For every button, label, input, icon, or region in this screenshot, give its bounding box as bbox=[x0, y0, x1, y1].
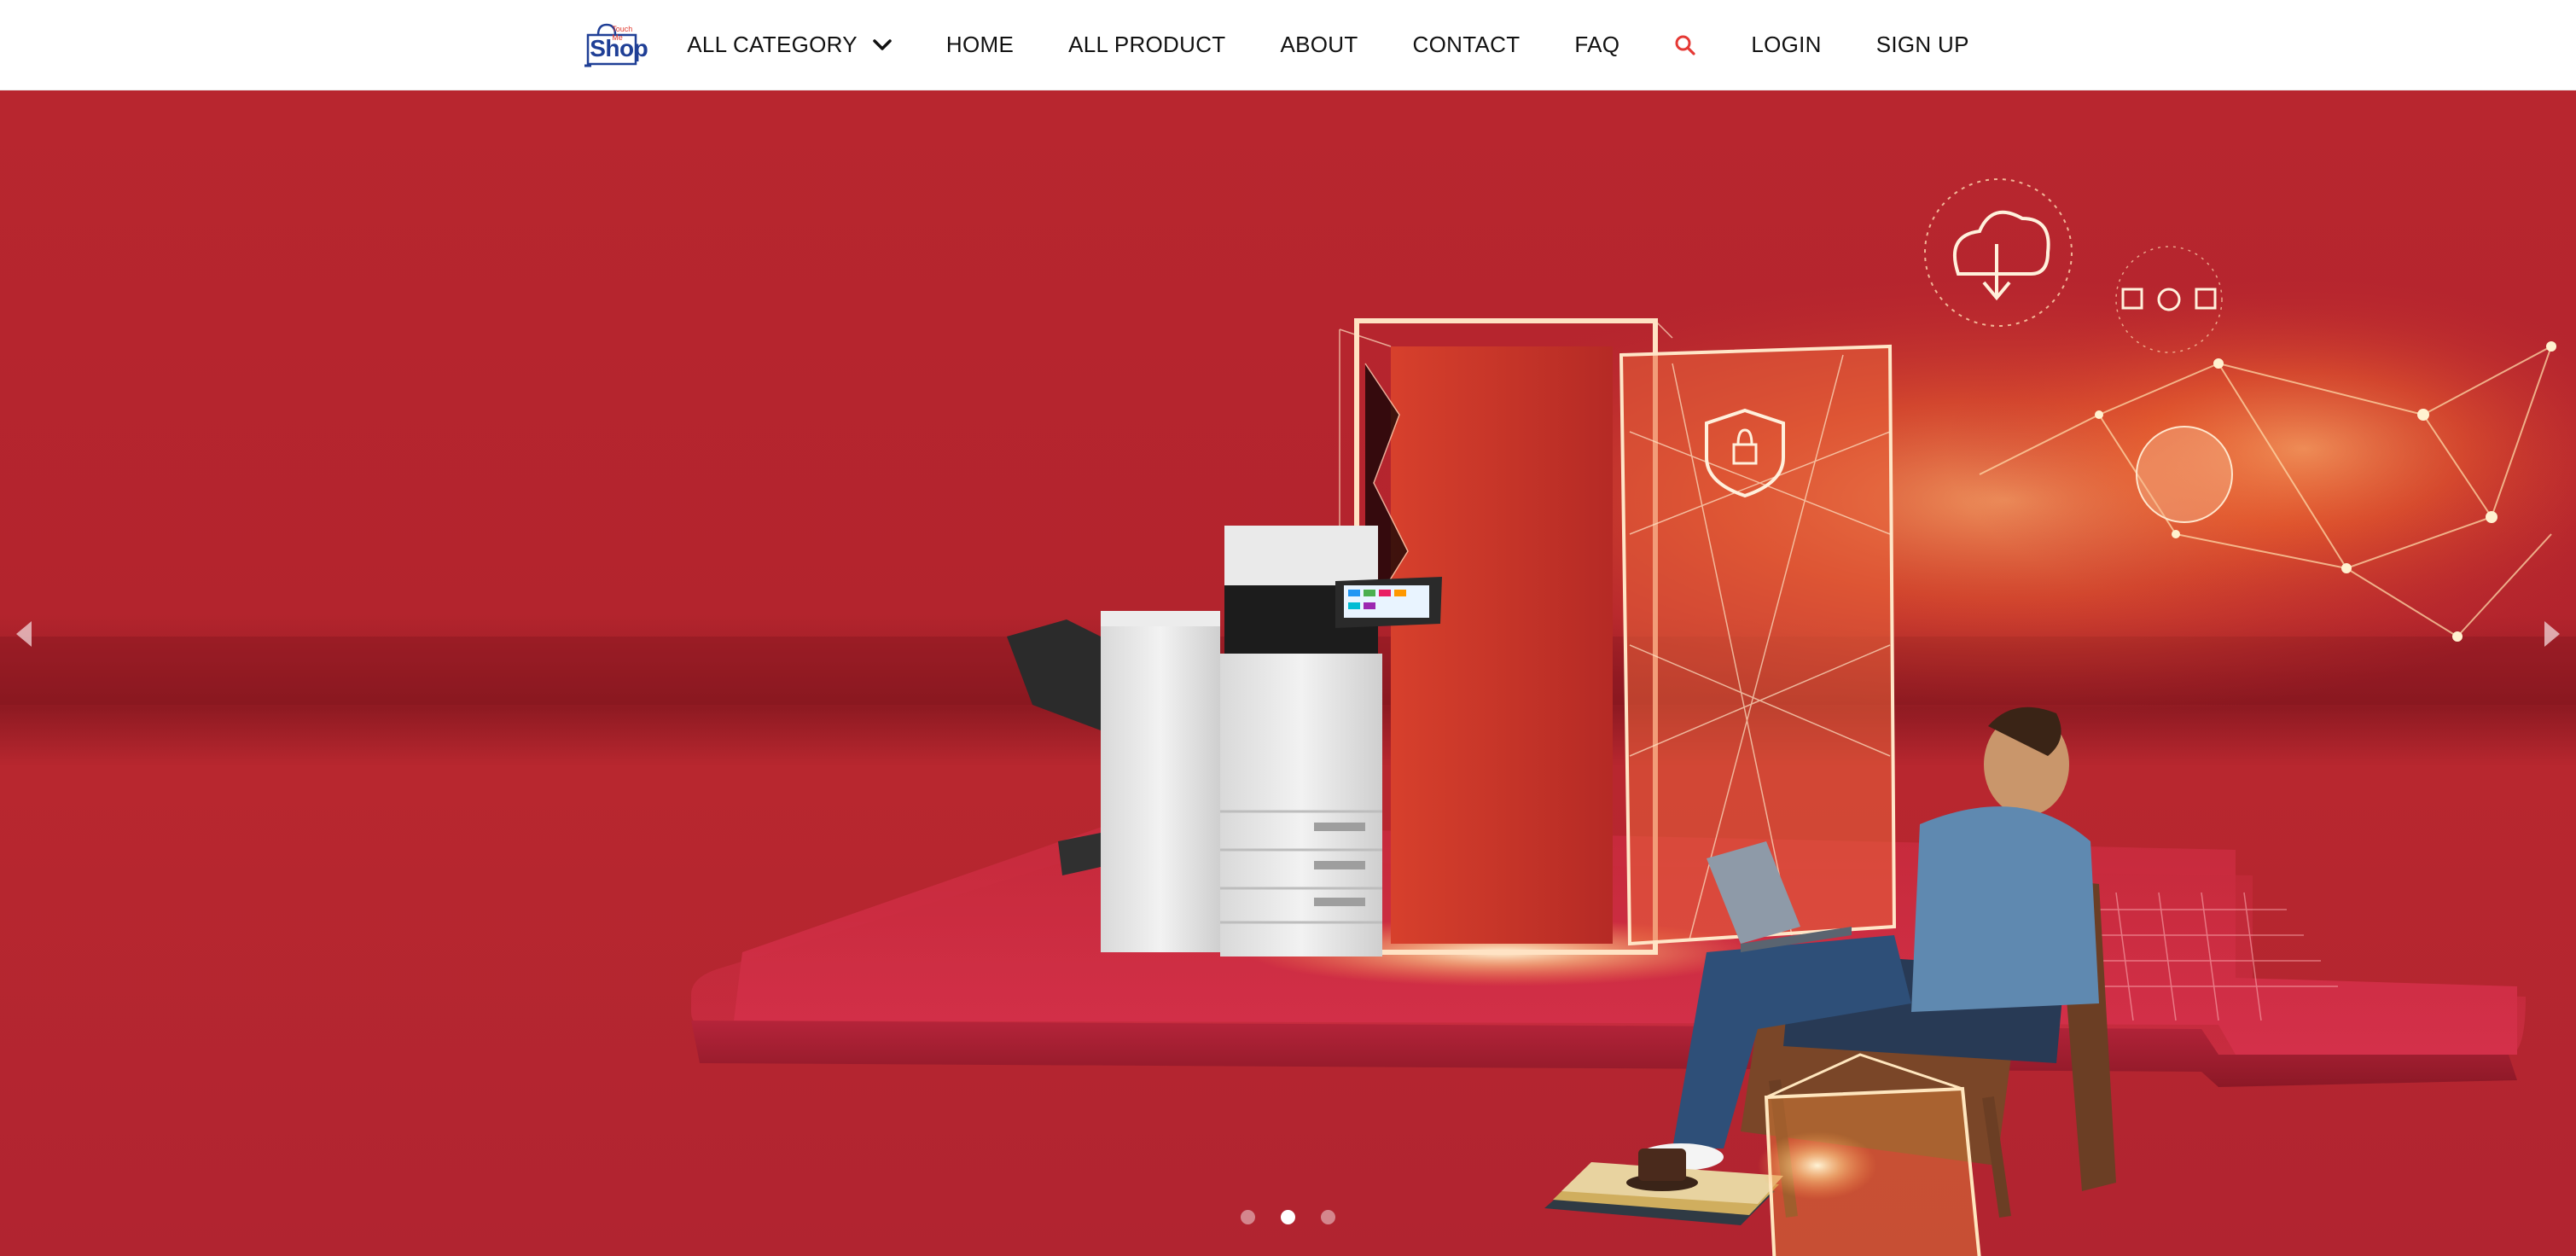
nav-contact[interactable]: CONTACT bbox=[1413, 32, 1521, 58]
hero-carousel bbox=[0, 90, 2576, 1256]
top-navbar: Touch Me Shop ALL CATEGORY HOME ALL PROD… bbox=[0, 0, 2576, 90]
brand-logo[interactable]: Touch Me Shop bbox=[579, 21, 648, 69]
nav-faq[interactable]: FAQ bbox=[1574, 32, 1619, 58]
carousel-dot-1[interactable] bbox=[1241, 1210, 1255, 1224]
search-button[interactable] bbox=[1674, 34, 1696, 56]
triangle-right-icon bbox=[2544, 621, 2560, 647]
logo-text: Shop bbox=[590, 34, 648, 61]
triangle-left-icon bbox=[16, 621, 32, 647]
carousel-next-button[interactable] bbox=[2535, 613, 2569, 655]
nav-all-category-label: ALL CATEGORY bbox=[687, 32, 858, 57]
hero-banner-image bbox=[0, 178, 2576, 1256]
carousel-indicators bbox=[0, 1210, 2576, 1224]
search-icon bbox=[1675, 35, 1695, 55]
login-link[interactable]: LOGIN bbox=[1751, 32, 1821, 58]
carousel-dot-3[interactable] bbox=[1321, 1210, 1335, 1224]
signup-link[interactable]: SIGN UP bbox=[1876, 32, 1969, 58]
nav-container: Touch Me Shop ALL CATEGORY HOME ALL PROD… bbox=[579, 0, 1997, 90]
carousel-dot-2[interactable] bbox=[1281, 1210, 1295, 1224]
nav-all-category[interactable]: ALL CATEGORY bbox=[687, 32, 892, 58]
carousel-prev-button[interactable] bbox=[7, 613, 41, 655]
nav-all-product[interactable]: ALL PRODUCT bbox=[1068, 32, 1225, 58]
chevron-down-icon bbox=[873, 38, 892, 51]
nav-about[interactable]: ABOUT bbox=[1280, 32, 1358, 58]
nav-home[interactable]: HOME bbox=[946, 32, 1014, 58]
